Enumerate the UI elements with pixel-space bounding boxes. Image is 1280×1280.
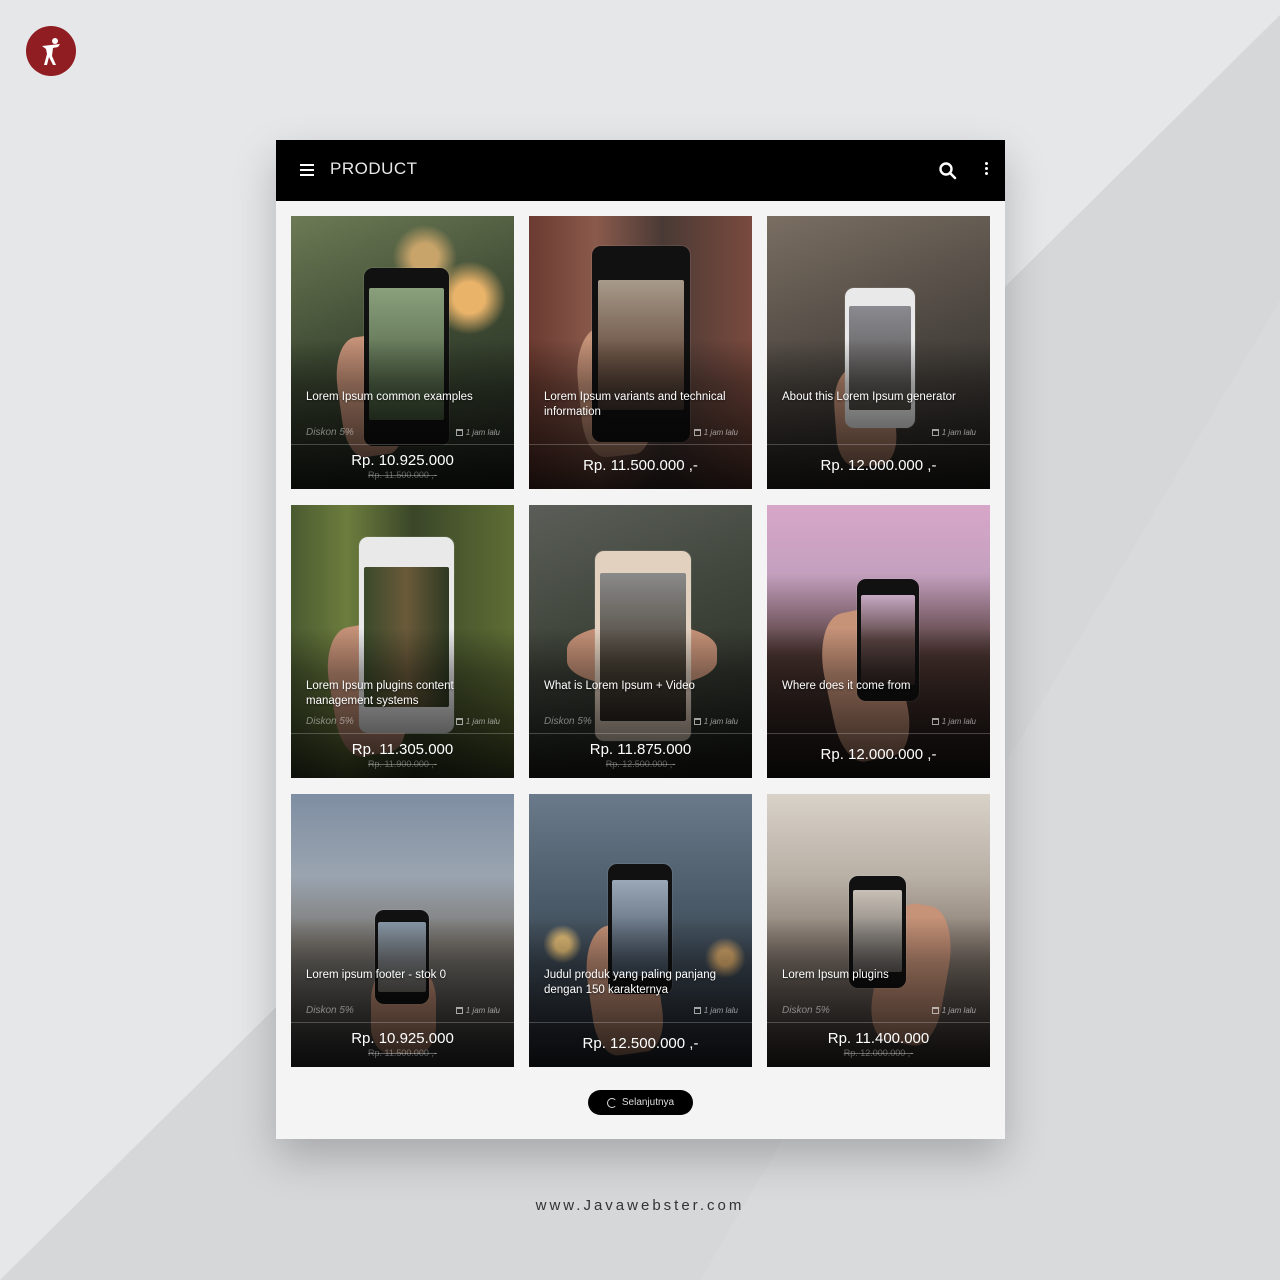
original-price: Rp. 11.500.000 ,- xyxy=(368,470,437,480)
search-icon[interactable] xyxy=(938,161,958,181)
calendar-icon xyxy=(931,1007,939,1014)
time-text: 1 jam lalu xyxy=(703,428,738,437)
product-card[interactable]: Judul produk yang paling panjang dengan … xyxy=(529,794,752,1067)
product-title: What is Lorem Ipsum + Video xyxy=(544,680,695,692)
divider xyxy=(767,444,990,445)
product-title: Lorem Ipsum plugins content management s… xyxy=(306,680,454,707)
kebab-menu-icon[interactable] xyxy=(982,162,990,178)
time-posted: 1 jam lalu xyxy=(455,428,500,437)
time-posted: 1 jam lalu xyxy=(455,1006,500,1015)
product-card[interactable]: Lorem Ipsum plugins content management s… xyxy=(291,505,514,778)
app-bar: PRODUCT xyxy=(276,140,1005,201)
app-window: PRODUCT Lorem Ipsum common examples Disk… xyxy=(276,140,1005,1139)
product-price: Rp. 11.500.000 ,- xyxy=(583,457,698,474)
original-price: Rp. 11.900.000 ,- xyxy=(368,759,437,769)
time-posted: 1 jam lalu xyxy=(693,428,738,437)
time-text: 1 jam lalu xyxy=(941,428,976,437)
product-title: Lorem ipsum footer - stok 0 xyxy=(306,969,446,981)
page-title: PRODUCT xyxy=(330,159,418,178)
product-card[interactable]: Lorem Ipsum common examples Diskon 5% 1 … xyxy=(291,216,514,489)
time-posted: 1 jam lalu xyxy=(693,717,738,726)
calendar-icon xyxy=(455,429,463,436)
calendar-icon xyxy=(693,718,701,725)
footer-url: www.Javawebster.com xyxy=(535,1197,745,1214)
next-page-label: Selanjutnya xyxy=(621,1097,675,1108)
divider xyxy=(291,444,514,445)
divider xyxy=(767,1022,990,1023)
discount-label: Diskon 5% xyxy=(782,1005,830,1016)
divider xyxy=(291,1022,514,1023)
time-posted: 1 jam lalu xyxy=(693,1006,738,1015)
divider xyxy=(529,1022,752,1023)
product-price: Rp. 10.925.000 xyxy=(351,1030,454,1047)
product-price: Rp. 11.400.000 xyxy=(827,1030,930,1047)
product-title: Where does it come from xyxy=(782,680,911,692)
product-grid: Lorem Ipsum common examples Diskon 5% 1 … xyxy=(291,216,990,1067)
product-card[interactable]: What is Lorem Ipsum + Video Diskon 5% 1 … xyxy=(529,505,752,778)
product-title: Judul produk yang paling panjang dengan … xyxy=(544,969,716,996)
product-card[interactable]: Lorem ipsum footer - stok 0 Diskon 5% 1 … xyxy=(291,794,514,1067)
dancer-logo-icon xyxy=(42,38,60,65)
product-title: About this Lorem Ipsum generator xyxy=(782,391,956,403)
original-price: Rp. 11.500.000 ,- xyxy=(368,1048,437,1058)
time-text: 1 jam lalu xyxy=(465,428,500,437)
product-title: Lorem Ipsum common examples xyxy=(306,391,473,403)
product-price: Rp. 10.925.000 xyxy=(351,452,454,469)
product-card[interactable]: About this Lorem Ipsum generator 1 jam l… xyxy=(767,216,990,489)
divider xyxy=(291,733,514,734)
product-title: Lorem Ipsum plugins xyxy=(782,969,889,981)
time-text: 1 jam lalu xyxy=(941,717,976,726)
discount-label: Diskon 5% xyxy=(544,716,592,727)
discount-label: Diskon 5% xyxy=(306,1005,354,1016)
product-title: Lorem Ipsum variants and technical infor… xyxy=(544,391,726,418)
product-price: Rp. 12.000.000 ,- xyxy=(820,746,937,763)
time-text: 1 jam lalu xyxy=(465,717,500,726)
discount-label: Diskon 5% xyxy=(306,716,354,727)
brand-logo xyxy=(26,26,76,76)
refresh-icon xyxy=(606,1097,617,1108)
time-posted: 1 jam lalu xyxy=(455,717,500,726)
calendar-icon xyxy=(455,1007,463,1014)
calendar-icon xyxy=(455,718,463,725)
product-price: Rp. 12.500.000 ,- xyxy=(582,1035,699,1052)
product-card[interactable]: Lorem Ipsum variants and technical infor… xyxy=(529,216,752,489)
divider xyxy=(767,733,990,734)
time-text: 1 jam lalu xyxy=(465,1006,500,1015)
time-text: 1 jam lalu xyxy=(703,717,738,726)
time-text: 1 jam lalu xyxy=(703,1006,738,1015)
next-page-button[interactable]: Selanjutnya xyxy=(588,1090,693,1115)
time-text: 1 jam lalu xyxy=(941,1006,976,1015)
original-price: Rp. 12.000.000 ,- xyxy=(843,1048,914,1058)
calendar-icon xyxy=(693,1007,701,1014)
product-price: Rp. 11.305.000 xyxy=(351,741,454,758)
divider xyxy=(529,444,752,445)
calendar-icon xyxy=(931,429,939,436)
calendar-icon xyxy=(931,718,939,725)
product-price: Rp. 11.875.000 xyxy=(589,741,692,758)
divider xyxy=(529,733,752,734)
time-posted: 1 jam lalu xyxy=(931,717,976,726)
original-price: Rp. 12.500.000 ,- xyxy=(605,759,676,769)
product-card[interactable]: Where does it come from 1 jam lalu Rp. 1… xyxy=(767,505,990,778)
calendar-icon xyxy=(693,429,701,436)
product-card[interactable]: Lorem Ipsum plugins Diskon 5% 1 jam lalu… xyxy=(767,794,990,1067)
time-posted: 1 jam lalu xyxy=(931,1006,976,1015)
product-price: Rp. 12.000.000 ,- xyxy=(820,457,937,474)
hamburger-icon[interactable] xyxy=(300,164,314,176)
time-posted: 1 jam lalu xyxy=(931,428,976,437)
discount-label: Diskon 5% xyxy=(306,427,354,438)
